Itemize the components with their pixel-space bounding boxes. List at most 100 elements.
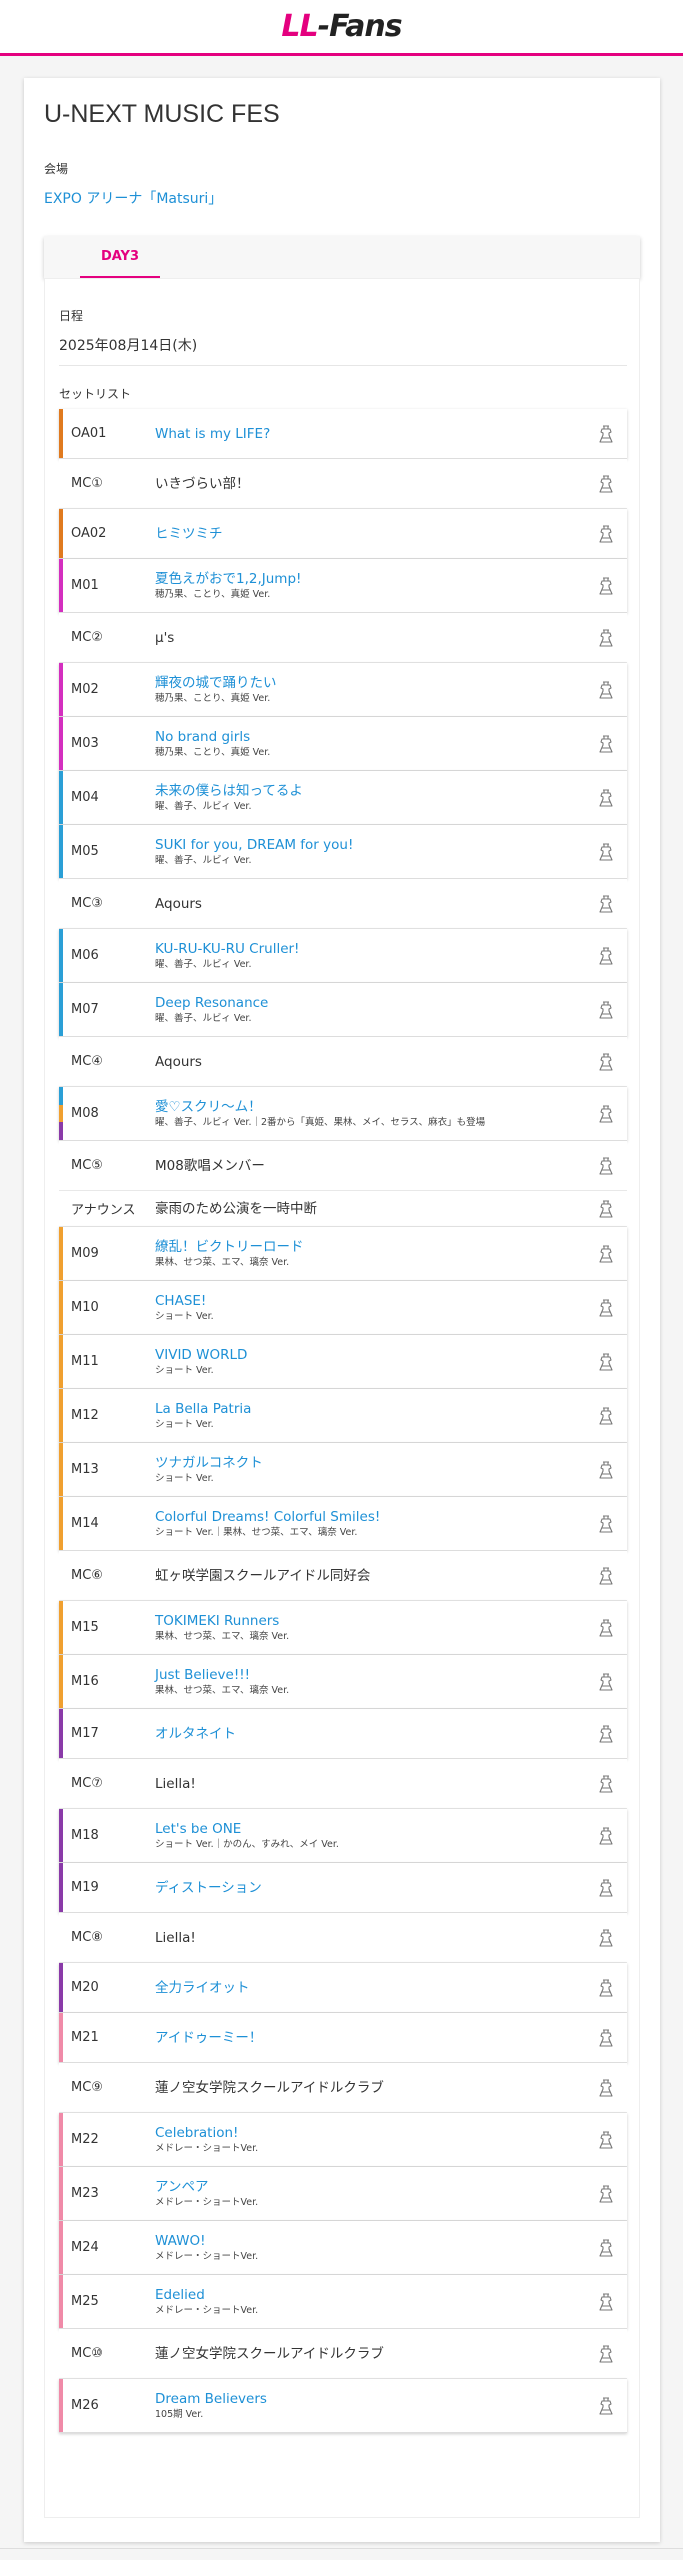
setlist-row[interactable]: M10 CHASE! ショート Ver.: [59, 1281, 627, 1335]
song-link[interactable]: オルタネイト: [155, 1725, 587, 1743]
setlist-row[interactable]: M05 SUKI for you, DREAM for you! 曜、善子、ルビィ …: [59, 825, 627, 879]
costume-icon[interactable]: [599, 1566, 613, 1585]
costume-icon[interactable]: [599, 1878, 613, 1897]
costume-icon[interactable]: [599, 734, 613, 753]
costume-icon[interactable]: [599, 524, 613, 543]
costume-icon[interactable]: [599, 1352, 613, 1371]
setlist-row[interactable]: M22 Celebration! メドレー・ショートVer.: [59, 2113, 627, 2167]
song-link[interactable]: 輝夜の城で踊りたい: [155, 674, 587, 692]
setlist-row[interactable]: M14 Colorful Dreams! Colorful Smiles! ショート…: [59, 1497, 627, 1551]
costume-icon[interactable]: [599, 1826, 613, 1845]
song-link[interactable]: No brand girls: [155, 728, 587, 746]
setlist-row[interactable]: M11 VIVID WORLD ショート Ver.: [59, 1335, 627, 1389]
setlist-row[interactable]: OA01 What is my LIFE?: [59, 409, 627, 459]
costume-icon[interactable]: [599, 2028, 613, 2047]
costume-icon[interactable]: [599, 1774, 613, 1793]
song-link[interactable]: Colorful Dreams! Colorful Smiles!: [155, 1508, 587, 1526]
song-link[interactable]: TOKIMEKI Runners: [155, 1612, 587, 1630]
costume-icon[interactable]: [599, 576, 613, 595]
costume-icon[interactable]: [599, 1460, 613, 1479]
costume-icon[interactable]: [599, 1672, 613, 1691]
costume-icon[interactable]: [599, 2344, 613, 2363]
setlist-row[interactable]: M16 Just Believe!!! 果林、せつ菜、エマ、璃奈 Ver.: [59, 1655, 627, 1709]
song-link[interactable]: 愛♡スクリ〜ム！: [155, 1098, 587, 1116]
costume-icon[interactable]: [599, 2238, 613, 2257]
setlist-row[interactable]: M12 La Bella Patria ショート Ver.: [59, 1389, 627, 1443]
costume-icon[interactable]: [599, 842, 613, 861]
song-link[interactable]: ヒミツミチ: [155, 525, 587, 543]
setlist-row[interactable]: M03 No brand girls 穂乃果、ことり、真姫 Ver.: [59, 717, 627, 771]
song-link[interactable]: 全力ライオット: [155, 1979, 587, 1997]
costume-icon[interactable]: [599, 1104, 613, 1123]
song-link[interactable]: アンペア: [155, 2178, 587, 2196]
setlist-row[interactable]: M08 愛♡スクリ〜ム！ 曜、善子、ルビィ Ver.｜2番から「真姫、果林、メイ、セ…: [59, 1087, 627, 1141]
costume-icon[interactable]: [599, 2078, 613, 2097]
costume-icon[interactable]: [599, 1052, 613, 1071]
costume-icon[interactable]: [599, 1156, 613, 1175]
performer-note: 穂乃果、ことり、真姫 Ver.: [155, 746, 271, 758]
song-link[interactable]: ツナガルコネクト: [155, 1454, 587, 1472]
song-link[interactable]: 繚乱！ビクトリーロード: [155, 1238, 587, 1256]
song-link[interactable]: KU-RU-KU-RU Cruller!: [155, 940, 587, 958]
performer-note: メドレー・ショートVer.: [155, 2196, 259, 2208]
song-link[interactable]: WAWO!: [155, 2232, 587, 2250]
song-link[interactable]: CHASE!: [155, 1292, 587, 1310]
costume-icon[interactable]: [599, 424, 613, 443]
setlist-row[interactable]: M15 TOKIMEKI Runners 果林、せつ菜、エマ、璃奈 Ver.: [59, 1601, 627, 1655]
costume-icon[interactable]: [599, 1298, 613, 1317]
costume-icon[interactable]: [599, 1978, 613, 1997]
costume-icon[interactable]: [599, 1724, 613, 1743]
costume-icon[interactable]: [599, 2396, 613, 2415]
setlist-row[interactable]: M07 Deep Resonance 曜、善子、ルビィ Ver.: [59, 983, 627, 1037]
song-link[interactable]: Just Believe!!!: [155, 1666, 587, 1684]
setlist-row[interactable]: M09 繚乱！ビクトリーロード 果林、せつ菜、エマ、璃奈 Ver.: [59, 1227, 627, 1281]
song-link[interactable]: Deep Resonance: [155, 994, 587, 1012]
venue-link[interactable]: EXPO アリーナ「Matsuri」: [44, 188, 222, 208]
costume-icon[interactable]: [599, 788, 613, 807]
setlist-row[interactable]: M26 Dream Believers 105期 Ver.: [59, 2379, 627, 2433]
song-link[interactable]: 未来の僕らは知ってるよ: [155, 782, 587, 800]
setlist-row[interactable]: M19 ディストーション: [59, 1863, 627, 1913]
song-link[interactable]: SUKI for you, DREAM for you!: [155, 836, 587, 854]
song-link[interactable]: Celebration!: [155, 2124, 587, 2142]
song-link[interactable]: 夏色えがおで1,2,Jump!: [155, 570, 587, 588]
song-link[interactable]: VIVID WORLD: [155, 1346, 587, 1364]
setlist-row[interactable]: M17 オルタネイト: [59, 1709, 627, 1759]
setlist-row[interactable]: M18 Let's be ONE ショート Ver.｜かのん、すみれ、メイ Ver.: [59, 1809, 627, 1863]
song-link[interactable]: アイドゥーミー！: [155, 2029, 587, 2047]
setlist-row[interactable]: M23 アンペア メドレー・ショートVer.: [59, 2167, 627, 2221]
song-link[interactable]: ディストーション: [155, 1879, 587, 1897]
song-link[interactable]: La Bella Patria: [155, 1400, 587, 1418]
costume-icon[interactable]: [599, 1406, 613, 1425]
setlist-row[interactable]: M25 Edelied メドレー・ショートVer.: [59, 2275, 627, 2329]
song-link[interactable]: What is my LIFE?: [155, 425, 587, 443]
setlist-row[interactable]: M13 ツナガルコネクト ショート Ver.: [59, 1443, 627, 1497]
costume-icon[interactable]: [599, 2130, 613, 2149]
costume-icon[interactable]: [599, 946, 613, 965]
setlist-row[interactable]: M06 KU-RU-KU-RU Cruller! 曜、善子、ルビィ Ver.: [59, 929, 627, 983]
site-logo[interactable]: LL-Fans: [281, 9, 402, 44]
costume-icon[interactable]: [599, 2292, 613, 2311]
costume-icon[interactable]: [599, 680, 613, 699]
costume-icon[interactable]: [599, 2184, 613, 2203]
song-link[interactable]: Let's be ONE: [155, 1820, 587, 1838]
costume-icon[interactable]: [599, 894, 613, 913]
song-link[interactable]: Dream Believers: [155, 2390, 587, 2408]
costume-icon[interactable]: [599, 1928, 613, 1947]
song-link[interactable]: Edelied: [155, 2286, 587, 2304]
setlist-row[interactable]: M02 輝夜の城で踊りたい 穂乃果、ことり、真姫 Ver.: [59, 663, 627, 717]
costume-icon[interactable]: [599, 474, 613, 493]
costume-icon[interactable]: [599, 1618, 613, 1637]
setlist-row[interactable]: M24 WAWO! メドレー・ショートVer.: [59, 2221, 627, 2275]
costume-icon[interactable]: [599, 1199, 613, 1218]
setlist-row[interactable]: M20 全力ライオット: [59, 1963, 627, 2013]
costume-icon[interactable]: [599, 1000, 613, 1019]
setlist-row[interactable]: M04 未来の僕らは知ってるよ 曜、善子、ルビィ Ver.: [59, 771, 627, 825]
tab-day3[interactable]: DAY3: [80, 236, 160, 278]
costume-icon[interactable]: [599, 1244, 613, 1263]
setlist-row[interactable]: M21 アイドゥーミー！: [59, 2013, 627, 2063]
setlist-row[interactable]: M01 夏色えがおで1,2,Jump! 穂乃果、ことり、真姫 Ver.: [59, 559, 627, 613]
costume-icon[interactable]: [599, 628, 613, 647]
setlist-row[interactable]: OA02 ヒミツミチ: [59, 509, 627, 559]
costume-icon[interactable]: [599, 1514, 613, 1533]
